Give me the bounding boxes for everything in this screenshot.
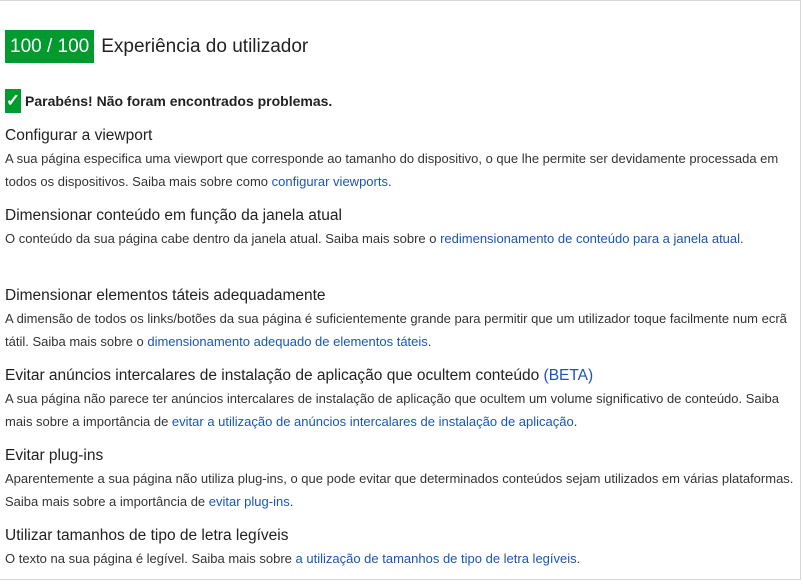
congrats-text: Parabéns! Não foram encontrados problema… xyxy=(25,93,333,109)
score-badge: 100 / 100 xyxy=(5,30,95,63)
size-content-link[interactable]: redimensionamento de conteúdo para a jan… xyxy=(440,231,740,246)
beta-tag: (BETA) xyxy=(543,367,594,384)
rule-title: Dimensionar conteúdo em função da janela… xyxy=(5,207,342,224)
section-header: 100 / 100 Experiência do utilizador xyxy=(5,30,308,63)
avoid-plugins-link[interactable]: evitar plug-ins xyxy=(209,494,290,509)
rule-description: O texto na sua página é legível. Saiba m… xyxy=(5,551,581,566)
configure-viewports-link[interactable]: configurar viewports xyxy=(272,174,388,189)
tap-targets-link[interactable]: dimensionamento adequado de elementos tá… xyxy=(147,334,427,349)
rule-configure-viewport: Configurar a viewport A sua página espec… xyxy=(5,125,795,205)
rule-description: A dimensão de todos os links/botões da s… xyxy=(5,311,787,349)
rule-description: A sua página não parece ter anúncios int… xyxy=(5,391,779,429)
rule-legible-font-sizes: Utilizar tamanhos de tipo de letra legív… xyxy=(5,525,795,585)
rule-app-interstitials: Evitar anúncios intercalares de instalaç… xyxy=(5,365,795,445)
app-interstitials-link[interactable]: evitar a utilização de anúncios intercal… xyxy=(172,414,574,429)
legible-font-sizes-link[interactable]: a utilização de tamanhos de tipo de letr… xyxy=(296,551,577,566)
rule-avoid-plugins: Evitar plug-ins Aparentemente a sua pági… xyxy=(5,445,795,525)
rule-title: Utilizar tamanhos de tipo de letra legív… xyxy=(5,527,289,544)
rule-description: O conteúdo da sua página cabe dentro da … xyxy=(5,231,744,246)
rule-description: A sua página especifica uma viewport que… xyxy=(5,151,779,189)
rule-description: Aparentemente a sua página não utiliza p… xyxy=(5,471,794,509)
rule-size-content: Dimensionar conteúdo em função da janela… xyxy=(5,205,795,285)
rule-tap-targets: Dimensionar elementos táteis adequadamen… xyxy=(5,285,795,365)
rule-title: Evitar plug-ins xyxy=(5,447,104,464)
rule-title: Evitar anúncios intercalares de instalaç… xyxy=(5,367,594,384)
rule-title: Configurar a viewport xyxy=(5,127,153,144)
rule-title: Dimensionar elementos táteis adequadamen… xyxy=(5,287,326,304)
congrats-banner: ✓ Parabéns! Não foram encontrados proble… xyxy=(5,88,332,114)
section-title: Experiência do utilizador xyxy=(101,36,309,57)
rules-list: Configurar a viewport A sua página espec… xyxy=(5,125,795,585)
checkmark-icon: ✓ xyxy=(5,89,21,113)
